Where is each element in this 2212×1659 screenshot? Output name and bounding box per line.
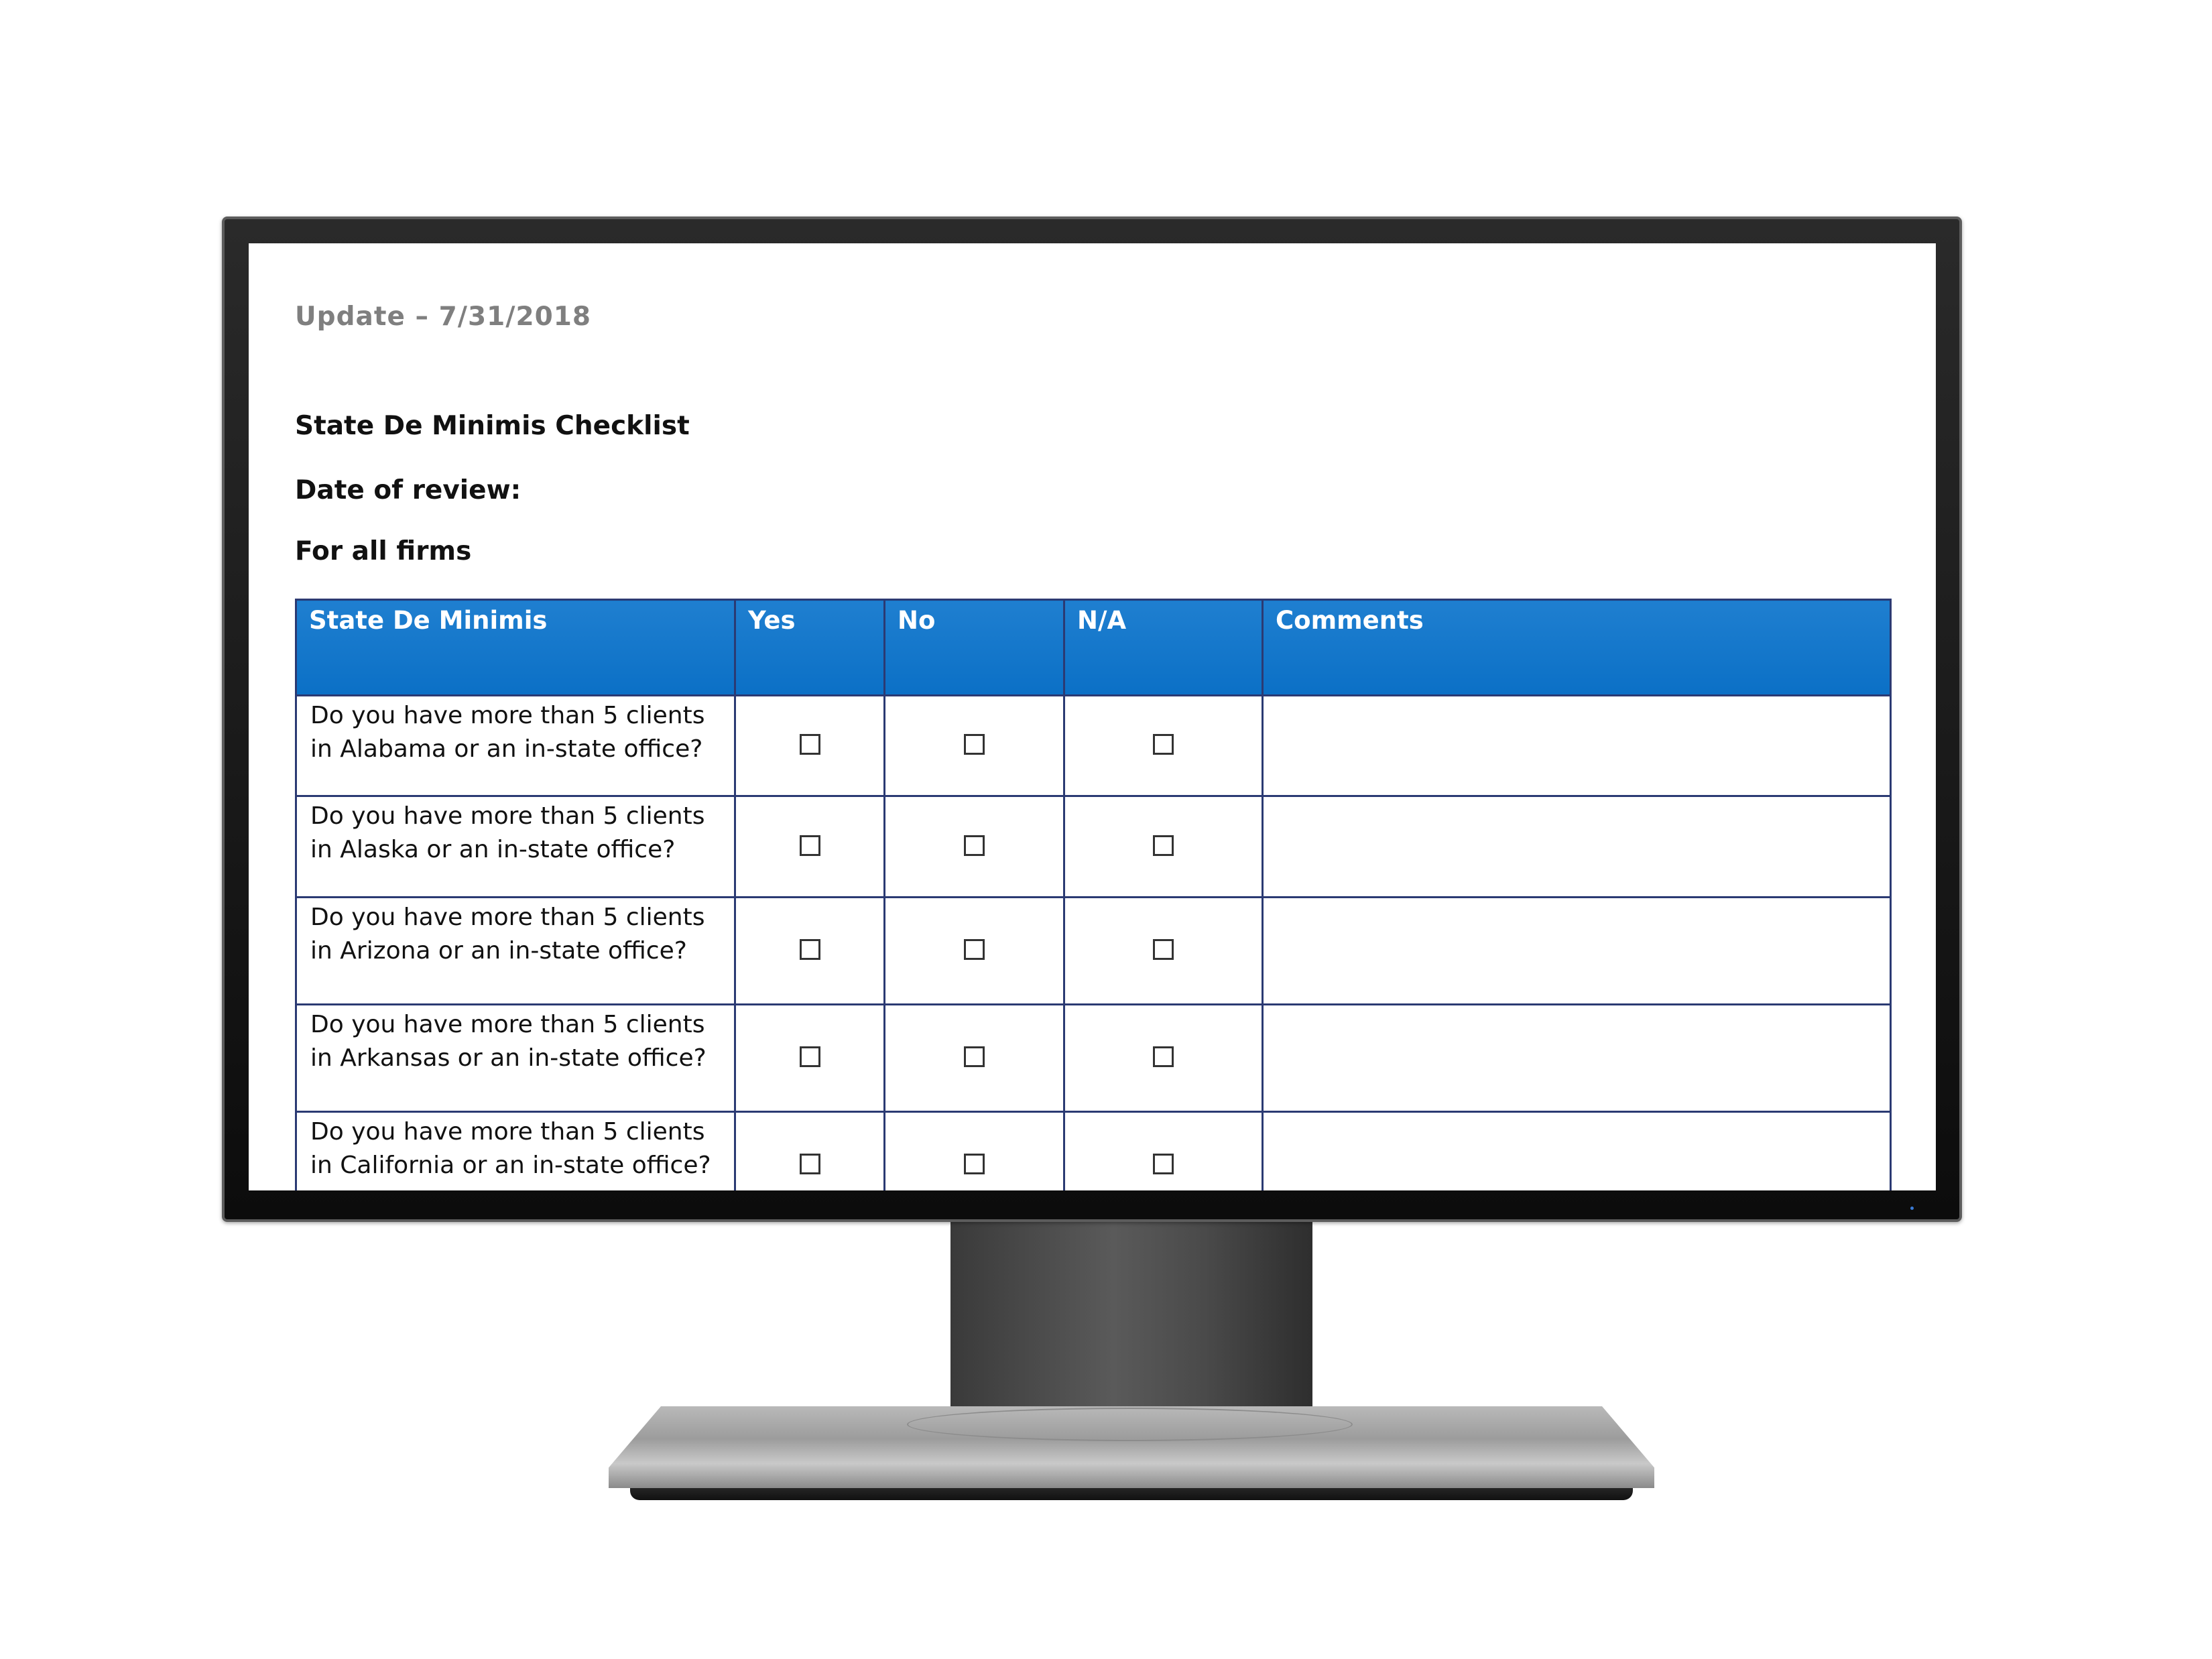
question-cell: Do you have more than 5 clients in Arkan… bbox=[295, 1003, 736, 1113]
na-checkbox[interactable] bbox=[1153, 939, 1174, 960]
no-cell bbox=[883, 1111, 1065, 1190]
update-date: Update – 7/31/2018 bbox=[295, 302, 592, 332]
yes-checkbox[interactable] bbox=[799, 1154, 820, 1174]
no-cell bbox=[883, 1003, 1065, 1113]
na-cell bbox=[1063, 694, 1264, 797]
question-cell: Do you have more than 5 clients in Calif… bbox=[295, 1111, 736, 1190]
yes-checkbox[interactable] bbox=[799, 939, 820, 960]
question-cell: Do you have more than 5 clients in Alaba… bbox=[295, 694, 736, 797]
no-checkbox[interactable] bbox=[964, 835, 985, 856]
yes-checkbox[interactable] bbox=[799, 835, 820, 856]
na-checkbox[interactable] bbox=[1153, 835, 1174, 856]
no-cell bbox=[883, 795, 1065, 898]
desktop-scene: Update – 7/31/2018 State De Minimis Chec… bbox=[0, 0, 2212, 1659]
yes-cell bbox=[734, 694, 885, 797]
yes-checkbox[interactable] bbox=[799, 734, 820, 755]
yes-cell bbox=[734, 1111, 885, 1190]
comments-cell[interactable] bbox=[1262, 694, 1892, 797]
page-title: State De Minimis Checklist bbox=[295, 411, 690, 441]
na-cell bbox=[1063, 1111, 1264, 1190]
yes-cell bbox=[734, 795, 885, 898]
monitor-stand-neck bbox=[950, 1222, 1312, 1423]
question-cell: Do you have more than 5 clients in Arizo… bbox=[295, 896, 736, 1005]
yes-checkbox[interactable] bbox=[799, 1046, 820, 1067]
yes-cell bbox=[734, 896, 885, 1005]
na-checkbox[interactable] bbox=[1153, 1154, 1174, 1174]
column-header-no: No bbox=[883, 599, 1065, 696]
na-cell bbox=[1063, 1003, 1264, 1113]
scope-label: For all firms bbox=[295, 536, 472, 566]
no-checkbox[interactable] bbox=[964, 1046, 985, 1067]
comments-cell[interactable] bbox=[1262, 795, 1892, 898]
power-led-icon bbox=[1910, 1207, 1914, 1210]
yes-cell bbox=[734, 1003, 885, 1113]
table-row: Do you have more than 5 clients in Calif… bbox=[295, 1111, 1892, 1190]
column-header-comments: Comments bbox=[1262, 599, 1892, 696]
no-cell bbox=[883, 694, 1065, 797]
monitor-screen: Update – 7/31/2018 State De Minimis Chec… bbox=[249, 243, 1936, 1190]
date-of-review-label: Date of review: bbox=[295, 475, 521, 505]
no-checkbox[interactable] bbox=[964, 734, 985, 755]
column-header-yes: Yes bbox=[734, 599, 885, 696]
comments-cell[interactable] bbox=[1262, 1003, 1892, 1113]
table-row: Do you have more than 5 clients in Alask… bbox=[295, 795, 1892, 898]
comments-cell[interactable] bbox=[1262, 896, 1892, 1005]
column-header-state: State De Minimis bbox=[295, 599, 736, 696]
na-cell bbox=[1063, 896, 1264, 1005]
no-cell bbox=[883, 896, 1065, 1005]
na-cell bbox=[1063, 795, 1264, 898]
table-row: Do you have more than 5 clients in Arkan… bbox=[295, 1003, 1892, 1113]
na-checkbox[interactable] bbox=[1153, 734, 1174, 755]
no-checkbox[interactable] bbox=[964, 939, 985, 960]
na-checkbox[interactable] bbox=[1153, 1046, 1174, 1067]
no-checkbox[interactable] bbox=[964, 1154, 985, 1174]
question-cell: Do you have more than 5 clients in Alask… bbox=[295, 795, 736, 898]
table-header-row: State De Minimis Yes No N/A Comments bbox=[295, 599, 1892, 696]
table-row: Do you have more than 5 clients in Arizo… bbox=[295, 896, 1892, 1005]
column-header-na: N/A bbox=[1063, 599, 1264, 696]
de-minimis-table: State De Minimis Yes No N/A Comments Do … bbox=[295, 599, 1892, 1190]
comments-cell[interactable] bbox=[1262, 1111, 1892, 1190]
table-row: Do you have more than 5 clients in Alaba… bbox=[295, 694, 1892, 797]
monitor-base-ring bbox=[907, 1408, 1353, 1441]
